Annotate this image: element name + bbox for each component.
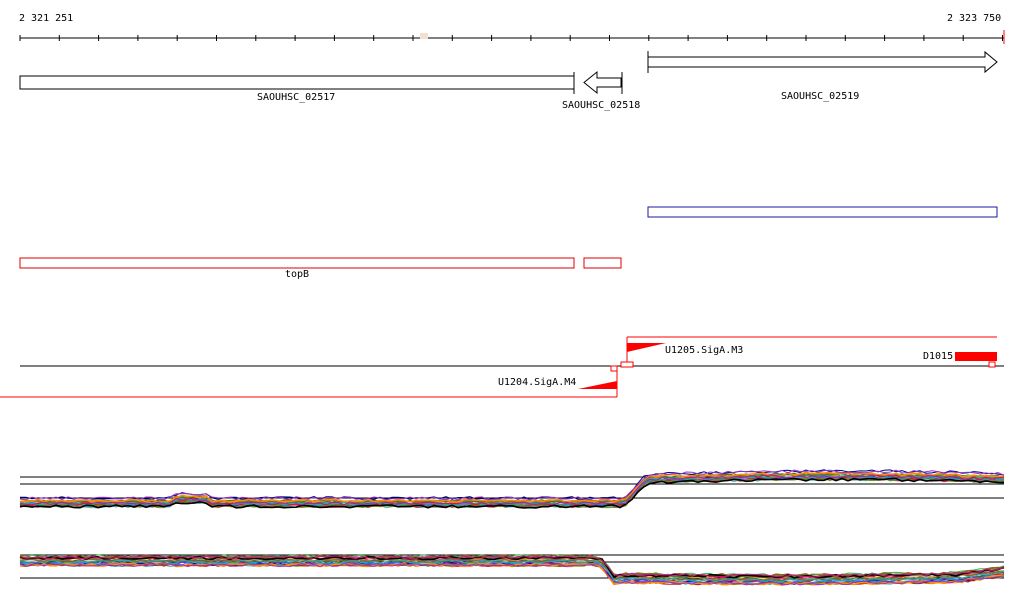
blue-region-feature[interactable] bbox=[647, 206, 998, 218]
ruler-start-label: 2 321 251 bbox=[19, 13, 74, 24]
genome-browser-canvas bbox=[0, 30, 1005, 586]
promoter-u1204-site bbox=[610, 365, 618, 372]
promoter-u1205-site bbox=[620, 361, 634, 368]
promoter-u1205-marker[interactable] bbox=[627, 343, 666, 352]
promoter-u1204-marker[interactable] bbox=[578, 381, 617, 389]
terminator-d1015-marker[interactable] bbox=[955, 352, 997, 361]
gene-track bbox=[19, 50, 998, 95]
ruler-position-marker[interactable] bbox=[420, 33, 428, 39]
gene-feature-saouhsc-02517[interactable] bbox=[19, 75, 575, 90]
topb-region-feature[interactable] bbox=[19, 257, 575, 269]
promoter-label-u1204[interactable]: U1204.SigA.M4 bbox=[498, 377, 576, 389]
expression-panel-top bbox=[19, 469, 1005, 509]
terminator-d1015-site bbox=[988, 361, 996, 368]
coordinate-ruler bbox=[19, 30, 1005, 44]
terminator-label-d1015[interactable]: D1015 bbox=[923, 351, 953, 363]
gene-label-saouhsc-02518[interactable]: SAOUHSC_02518 bbox=[562, 100, 640, 112]
gene-feature-saouhsc-02519[interactable] bbox=[647, 50, 998, 74]
annotation-label-topb[interactable]: topB bbox=[285, 269, 309, 281]
ruler-end-label: 2 323 750 bbox=[947, 13, 1002, 24]
promoter-label-u1205[interactable]: U1205.SigA.M3 bbox=[665, 345, 743, 357]
topb-region-fragment[interactable] bbox=[583, 257, 622, 269]
gene-label-saouhsc-02517[interactable]: SAOUHSC_02517 bbox=[257, 92, 335, 104]
gene-label-saouhsc-02519[interactable]: SAOUHSC_02519 bbox=[781, 91, 859, 103]
expression-panel-bottom bbox=[19, 554, 1005, 586]
gene-feature-saouhsc-02518[interactable] bbox=[583, 70, 622, 95]
